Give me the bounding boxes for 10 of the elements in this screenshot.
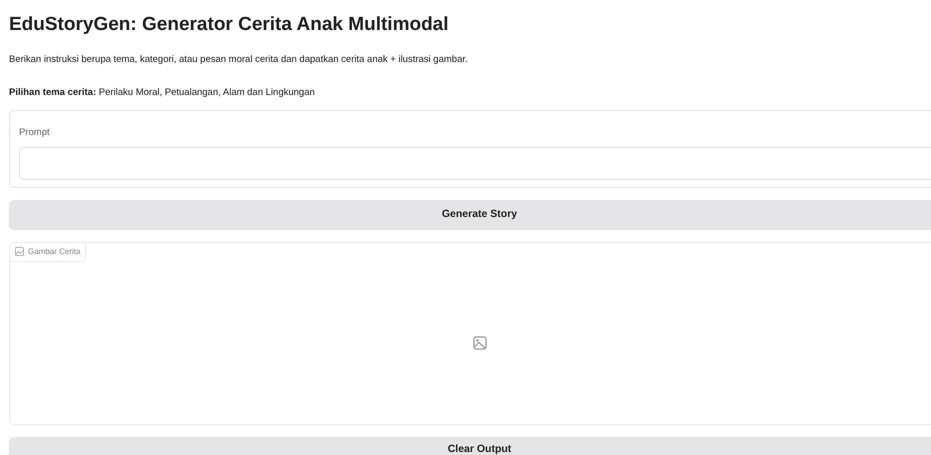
- theme-options-text: Pilihan tema cerita: Perilaku Moral, Petualangan, Alam dan Lingkungan: [9, 86, 316, 100]
- prompt-label: Prompt: [19, 126, 50, 140]
- description-text: Berikan instruksi berupa tema, kategori, atau pesan moral cerita dan dapatkan cerita anak + ilustrasi gambar.: [9, 52, 469, 67]
- page-title: EduStoryGen: Generator Cerita Anak Multimodal: [9, 14, 450, 37]
- image-output-label: Gambar Cerita: [28, 246, 80, 258]
- generate-story-button[interactable]: Generate Story: [9, 200, 931, 230]
- image-placeholder-icon: [472, 336, 486, 350]
- clear-output-button[interactable]: Clear Output: [9, 436, 931, 455]
- prompt-field[interactable]: [19, 146, 931, 180]
- image-icon: [15, 247, 24, 256]
